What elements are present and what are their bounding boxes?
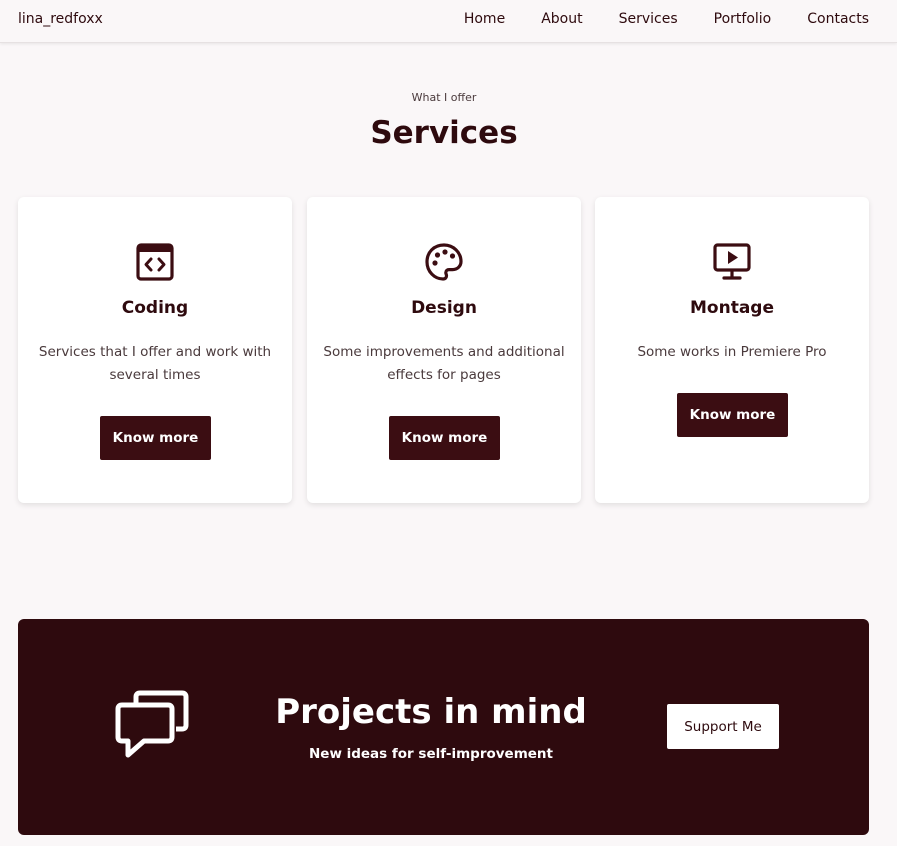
main-nav: Home About Services Portfolio Contacts [464,11,869,27]
card-title: Design [411,298,477,318]
section-subtitle: What I offer [411,91,477,104]
nav-contacts-link[interactable]: Contacts [807,11,869,27]
section-title: Services [370,115,518,151]
service-card-design: Design Some improvements and additional … [307,197,581,503]
card-description: Services that I offer and work with seve… [38,344,272,383]
chat-bubbles-icon [115,690,189,758]
code-window-icon [136,243,174,281]
nav-home-link[interactable]: Home [464,11,505,27]
top-navbar: lina_redfoxx Home About Services Portfol… [0,0,897,43]
site-logo[interactable]: lina_redfoxx [18,11,103,27]
monitor-play-icon [713,243,751,280]
know-more-button[interactable]: Know more [389,416,500,460]
banner-subtitle: New ideas for self-improvement [308,746,553,762]
nav-about-link[interactable]: About [541,11,582,27]
banner-title: Projects in mind [275,692,587,732]
card-title: Coding [121,298,189,318]
nav-portfolio-link[interactable]: Portfolio [714,11,772,27]
card-description: Some improvements and additional effects… [323,344,565,383]
card-description: Some works in Premiere Pro [637,344,827,360]
service-card-coding: Coding Services that I offer and work wi… [18,197,292,503]
support-me-button[interactable]: Support Me [667,704,779,749]
palette-icon [425,243,463,281]
know-more-button[interactable]: Know more [677,393,788,437]
projects-banner: Projects in mind New ideas for self-impr… [18,619,869,835]
service-card-montage: Montage Some works in Premiere Pro Know … [595,197,869,503]
card-title: Montage [690,298,774,318]
know-more-button[interactable]: Know more [100,416,211,460]
nav-services-link[interactable]: Services [619,11,678,27]
